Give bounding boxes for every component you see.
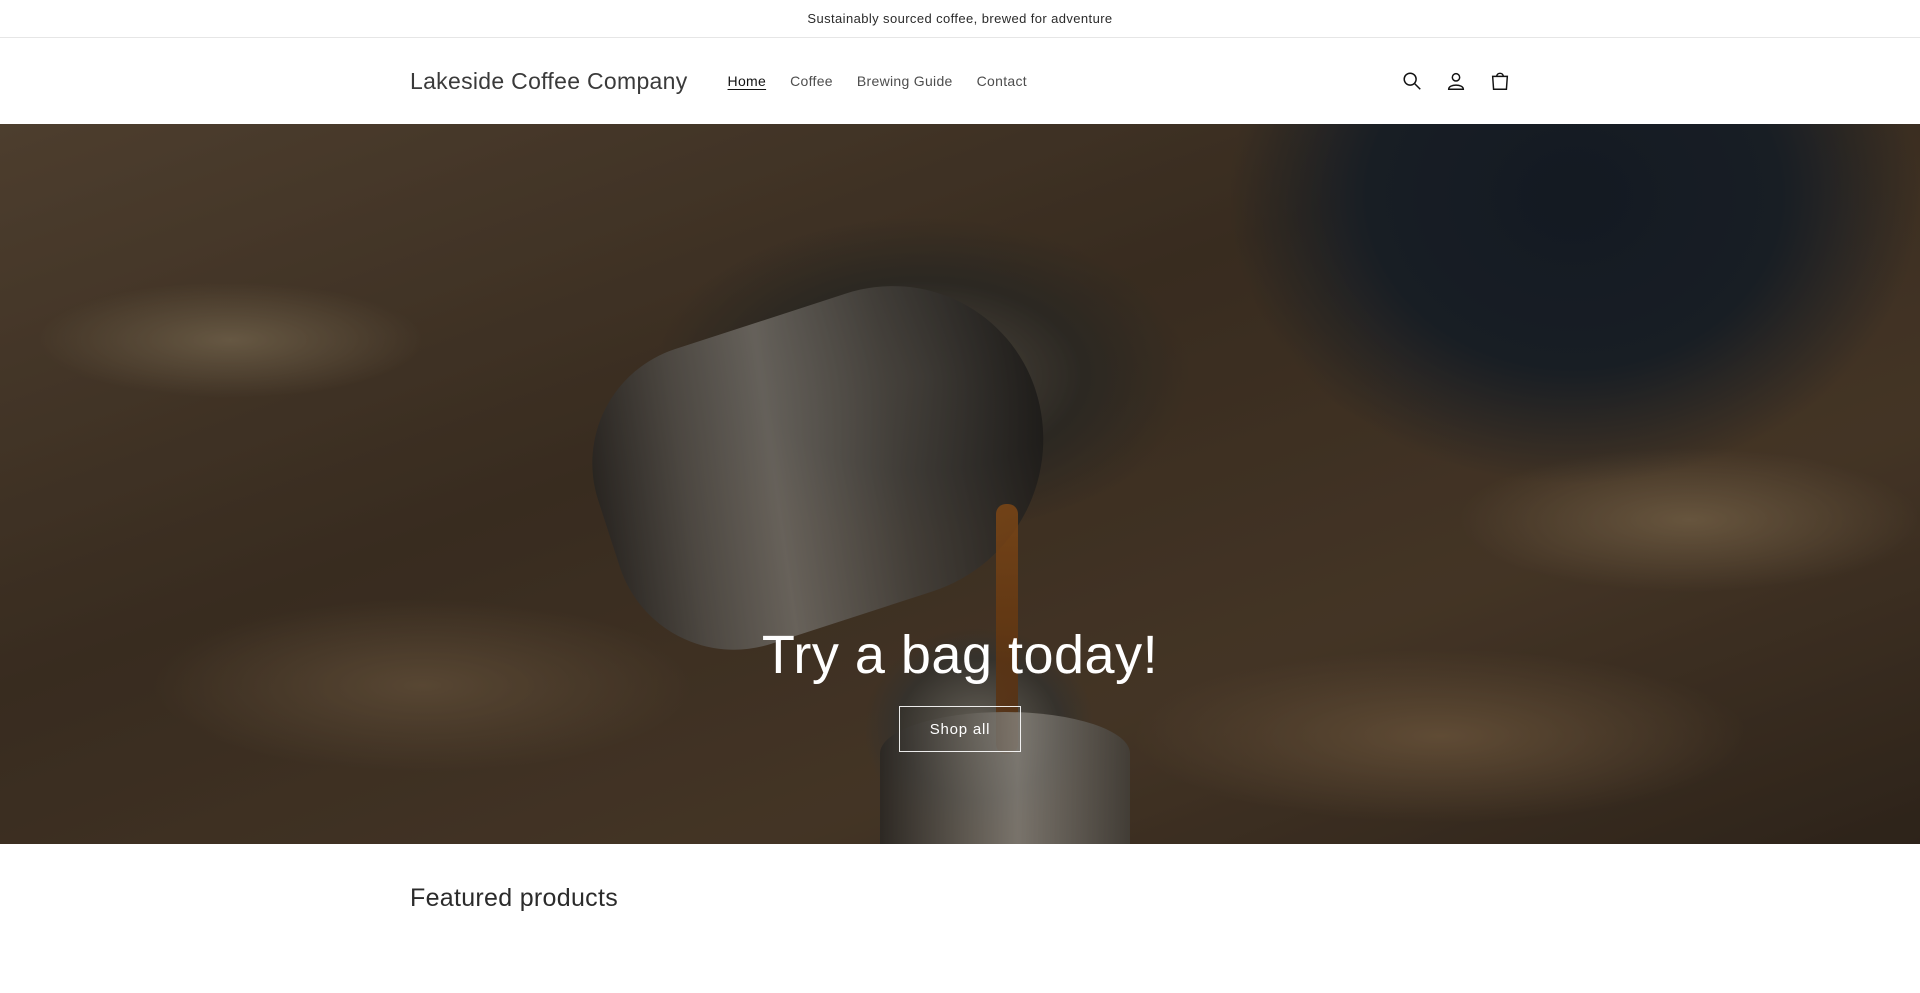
hero-content: Try a bag today! Shop all <box>0 624 1920 752</box>
header-icons <box>1401 70 1511 92</box>
hero-banner: Try a bag today! Shop all <box>0 124 1920 844</box>
nav-home[interactable]: Home <box>728 73 767 89</box>
search-icon[interactable] <box>1401 70 1423 92</box>
main-nav: Home Coffee Brewing Guide Contact <box>728 73 1401 89</box>
site-header: Lakeside Coffee Company Home Coffee Brew… <box>0 38 1920 124</box>
nav-brewing-guide[interactable]: Brewing Guide <box>857 73 953 89</box>
cart-icon[interactable] <box>1489 70 1511 92</box>
hero-title: Try a bag today! <box>761 625 1159 685</box>
featured-products-title: Featured products <box>410 884 618 912</box>
shop-all-button[interactable]: Shop all <box>898 706 1022 752</box>
nav-contact[interactable]: Contact <box>977 73 1027 89</box>
store-logo[interactable]: Lakeside Coffee Company <box>410 68 688 95</box>
announcement-bar: Sustainably sourced coffee, brewed for a… <box>0 0 1920 38</box>
featured-products-section: Featured products <box>0 844 1920 913</box>
nav-coffee[interactable]: Coffee <box>790 73 833 89</box>
announcement-text: Sustainably sourced coffee, brewed for a… <box>807 11 1113 26</box>
account-icon[interactable] <box>1445 70 1467 92</box>
